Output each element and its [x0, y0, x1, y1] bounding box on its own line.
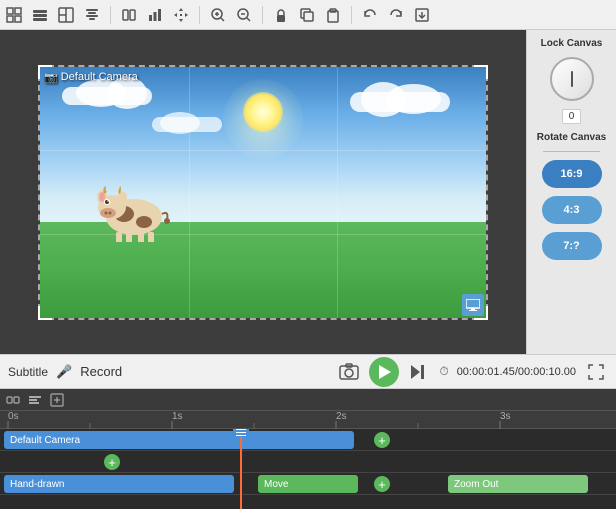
add-btn-empty[interactable]: +: [104, 454, 120, 470]
layers-icon[interactable]: [30, 5, 50, 25]
move-icon[interactable]: [171, 5, 191, 25]
skip-forward-icon[interactable]: [407, 360, 431, 384]
clip-hand-drawn[interactable]: Hand-drawn: [4, 475, 234, 493]
record-label[interactable]: Record: [80, 364, 122, 379]
main-area: 📷 Default Camera Lock Canvas: [0, 30, 616, 354]
tl-icon-2[interactable]: [26, 391, 44, 409]
dial-indicator: [571, 71, 573, 87]
chart-icon[interactable]: [145, 5, 165, 25]
monitor-icon[interactable]: [462, 294, 484, 316]
timeline-tracks: Default Camera + + Hand-drawn Move + Zoo…: [0, 429, 616, 509]
time-display: 00:00:01.45/00:00:10.00: [457, 366, 576, 378]
separator-4: [351, 6, 352, 24]
grid-icon[interactable]: [4, 5, 24, 25]
subtitle-label: Subtitle: [8, 365, 48, 379]
right-panel: Lock Canvas 0 Rotate Canvas 16:9 4:3 7:?: [526, 30, 616, 354]
rotate-value[interactable]: 0: [562, 109, 582, 124]
tl-icon-1[interactable]: [4, 391, 22, 409]
copy-icon[interactable]: [297, 5, 317, 25]
paste-icon[interactable]: [323, 5, 343, 25]
screenshot-icon[interactable]: [337, 360, 361, 384]
track-row-handdrawn: Hand-drawn Move + Zoom Out: [0, 473, 616, 495]
camera-label: 📷 Default Camera: [44, 71, 138, 84]
playhead-head: [233, 429, 249, 437]
canvas-container[interactable]: 📷 Default Camera: [38, 65, 488, 320]
playhead-line-1: [236, 429, 246, 430]
export-icon[interactable]: [412, 5, 432, 25]
playhead-line-2: [236, 432, 246, 433]
corner-tr: [474, 65, 488, 79]
sun: [243, 92, 283, 132]
aspect-16-9-button[interactable]: 16:9: [542, 160, 602, 188]
rotate-canvas-label: Rotate Canvas: [537, 132, 606, 143]
redo-icon[interactable]: [386, 5, 406, 25]
separator-3: [262, 6, 263, 24]
separator-1: [110, 6, 111, 24]
undo-icon[interactable]: [360, 5, 380, 25]
cow-character: [94, 172, 174, 242]
panel-divider-1: [543, 151, 600, 152]
aspect-4-3-button[interactable]: 4:3: [542, 196, 602, 224]
ruler-ticks: [4, 411, 616, 429]
track-row-empty: +: [0, 451, 616, 473]
distribute-icon[interactable]: [119, 5, 139, 25]
corner-tl: [38, 65, 52, 79]
cloud-2-puff2: [361, 82, 406, 117]
track-row-camera: Default Camera +: [0, 429, 616, 451]
lock-canvas-label: Lock Canvas: [541, 38, 603, 49]
playback-controls: ⏱ 00:00:01.45/00:00:10.00: [337, 357, 608, 387]
main-toolbar: [0, 0, 616, 30]
aspect-7-9-button[interactable]: 7:?: [542, 232, 602, 260]
canvas-wrapper: 📷 Default Camera: [0, 30, 526, 354]
clock-icon: ⏱: [439, 364, 448, 379]
timeline-ruler: 0s 1s 2s 3s: [0, 411, 616, 429]
clip-zoom-out[interactable]: Zoom Out: [448, 475, 588, 493]
lock-icon[interactable]: [271, 5, 291, 25]
zoom-out-icon[interactable]: [234, 5, 254, 25]
play-triangle: [379, 365, 391, 379]
playhead[interactable]: [240, 429, 242, 509]
align-icon[interactable]: [82, 5, 102, 25]
separator-2: [199, 6, 200, 24]
mic-icon[interactable]: 🎤: [56, 364, 72, 380]
layout-icon[interactable]: [56, 5, 76, 25]
canvas-scene: 📷 Default Camera: [40, 67, 486, 318]
play-button[interactable]: [369, 357, 399, 387]
zoom-in-icon[interactable]: [208, 5, 228, 25]
expand-icon[interactable]: [584, 360, 608, 384]
add-btn-camera[interactable]: +: [374, 432, 390, 448]
add-btn-handdrawn[interactable]: +: [374, 476, 390, 492]
ruler-marks: 0s 1s 2s 3s: [4, 411, 616, 429]
corner-bl: [38, 306, 52, 320]
tl-icon-3[interactable]: [48, 391, 66, 409]
rotate-dial[interactable]: [550, 57, 594, 101]
clip-move[interactable]: Move: [258, 475, 358, 493]
timeline-toolbar: [0, 389, 616, 411]
clip-default-camera[interactable]: Default Camera: [4, 431, 354, 449]
playhead-line-3: [236, 435, 246, 436]
timeline-area: 0s 1s 2s 3s Default Camera +: [0, 389, 616, 509]
status-bar: Subtitle 🎤 Record ⏱ 00:00:01.45/00:00:10…: [0, 354, 616, 389]
cloud-3-puff: [160, 112, 200, 134]
